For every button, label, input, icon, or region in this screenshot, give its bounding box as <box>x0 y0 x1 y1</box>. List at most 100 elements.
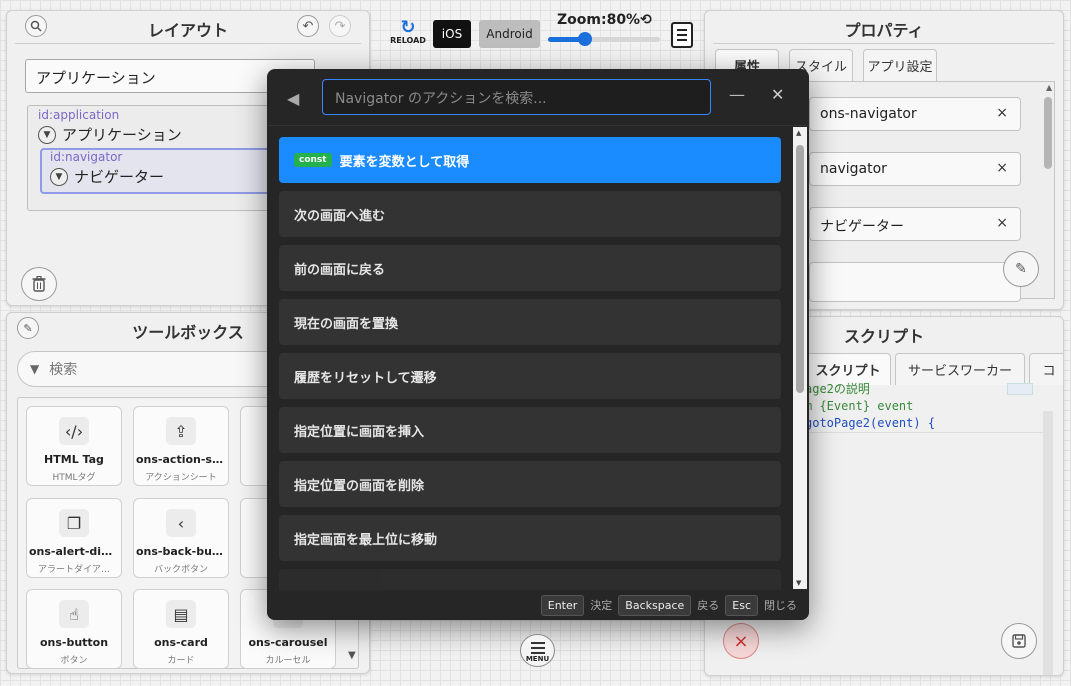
divider <box>713 43 1055 44</box>
properties-title: プロパティ <box>844 21 924 40</box>
tool-subtitle: カルーセル <box>265 656 311 666</box>
action-label: 要素を変数として取得 <box>339 154 470 170</box>
action-item[interactable]: 履歴をリセットして遷移 <box>279 353 781 399</box>
back-triangle-icon[interactable]: ◀ <box>287 89 299 108</box>
action-label: 現在の画面を置換 <box>294 316 399 332</box>
tool-card[interactable]: ▤ ons-card カード <box>133 589 229 669</box>
action-item[interactable]: 現在の画面を置換 <box>279 299 781 345</box>
tool-card[interactable]: ❐ ons-alert-dialog アラートダイア… <box>26 498 122 578</box>
save-icon[interactable] <box>1001 623 1037 659</box>
ios-button[interactable]: iOS <box>433 20 471 48</box>
app-node[interactable]: ▼ アプリケーション <box>38 124 182 145</box>
zoom-reset-icon[interactable]: ⟲ <box>640 12 652 28</box>
chevron-down-icon[interactable]: ▼ <box>38 125 56 144</box>
nav-node-label: ナビゲーター <box>74 168 165 186</box>
tool-name: HTML Tag <box>44 453 104 466</box>
zoom-slider-handle[interactable] <box>578 32 592 46</box>
app-node-label: アプリケーション <box>62 126 182 144</box>
trash-icon[interactable] <box>21 267 57 301</box>
backspace-desc: 戻る <box>697 599 720 612</box>
alert-dialog-icon: ❐ <box>59 509 89 537</box>
tool-subtitle: バックボタン <box>153 565 208 575</box>
code-icon: ‹/› <box>59 417 89 445</box>
scroll-up-icon[interactable]: ▲ <box>1046 83 1052 92</box>
tool-subtitle: ボタン <box>60 656 88 666</box>
hamburger-icon <box>530 642 545 654</box>
code-line: gotoPage2(event) { <box>805 415 1045 433</box>
undo-icon[interactable]: ↶ <box>297 15 319 37</box>
close-icon[interactable]: × <box>996 215 1008 231</box>
filter-icon: ▼ <box>30 362 40 376</box>
tab-app-settings[interactable]: アプリ設定 <box>863 49 937 81</box>
chip-label: ons-navigator <box>820 106 917 122</box>
const-badge: const <box>294 153 332 167</box>
tool-card[interactable]: ‹ ons-back-butt… バックボタン <box>133 498 229 578</box>
close-icon[interactable]: × <box>996 160 1008 176</box>
redo-icon[interactable]: ↷ <box>329 15 351 37</box>
action-item[interactable]: 前の画面に戻る <box>279 245 781 291</box>
scrollbar-thumb[interactable] <box>796 145 804 393</box>
reload-button[interactable]: ↻ RELOAD <box>390 19 426 46</box>
action-label: 前の画面に戻る <box>294 262 386 278</box>
share-icon: ⇪ <box>166 417 196 445</box>
action-label: 履歴をリセットして遷移 <box>294 370 437 386</box>
property-chip[interactable]: ナビゲーター × <box>809 207 1021 241</box>
close-icon[interactable]: ✕ <box>771 85 784 104</box>
tool-subtitle: アクションシート <box>145 473 217 483</box>
edit-icon[interactable]: ✎ <box>1003 251 1039 287</box>
action-dialog: ◀ Navigator のアクションを検索... — ✕ const 要素を変数… <box>267 69 809 620</box>
action-item[interactable]: 次の画面へ進む <box>279 191 781 237</box>
property-chip[interactable]: navigator × <box>809 152 1021 186</box>
dialog-scrollbar[interactable]: ▲ ▼ <box>793 127 807 589</box>
property-input[interactable] <box>809 262 1021 302</box>
reload-label: RELOAD <box>390 36 426 45</box>
scroll-down-icon[interactable]: ▼ <box>348 650 356 661</box>
action-label: 指定位置の画面を削除 <box>294 478 425 494</box>
nav-node-id: id:navigator <box>50 150 123 164</box>
action-item[interactable]: 指定位置の画面を削除 <box>279 461 781 507</box>
action-item[interactable]: 指定画面を最上位に移動 <box>279 515 781 561</box>
pointer-icon: ☝ <box>59 600 89 628</box>
tool-name: ons-action-sh… <box>136 453 226 466</box>
scrollbar[interactable] <box>1044 97 1052 169</box>
esc-desc: 閉じる <box>764 599 797 612</box>
enter-desc: 決定 <box>590 599 613 612</box>
scroll-up-icon[interactable]: ▲ <box>796 129 801 137</box>
zoom-slider[interactable] <box>548 37 660 42</box>
action-item[interactable]: const 要素を変数として取得 <box>279 137 781 183</box>
code-line: m {Event} event <box>805 399 914 413</box>
device-icon[interactable] <box>671 22 693 48</box>
divider <box>15 43 361 44</box>
zoom-label: Zoom:80%⟲ <box>557 12 652 28</box>
chip-label: navigator <box>820 161 887 177</box>
tool-search-placeholder: 検索 <box>49 362 78 378</box>
scroll-down-icon[interactable]: ▼ <box>796 579 801 587</box>
tool-card[interactable]: ⇪ ons-action-sh… アクションシート <box>133 406 229 486</box>
tool-subtitle: カード <box>167 656 195 666</box>
chevron-left-icon: ‹ <box>166 509 196 537</box>
action-label: 指定画面を最上位に移動 <box>294 532 438 548</box>
tool-subtitle: アラートダイア… <box>37 565 110 575</box>
close-icon[interactable]: × <box>723 623 759 659</box>
chevron-down-icon[interactable]: ▼ <box>50 167 68 186</box>
property-chip[interactable]: ons-navigator × <box>809 97 1021 131</box>
scrollbar[interactable] <box>1043 411 1053 675</box>
minimize-icon[interactable]: — <box>729 85 745 104</box>
action-label: 指定位置に画面を挿入 <box>294 424 425 440</box>
dialog-footer: Enter 決定 Backspace 戻る Esc 閉じる <box>267 590 809 620</box>
esc-key: Esc <box>725 594 758 616</box>
zoom-value: Zoom:80% <box>557 12 641 28</box>
action-item[interactable]: 指定位置に画面を挿入 <box>279 407 781 453</box>
android-button[interactable]: Android <box>479 20 540 48</box>
action-search-input[interactable]: Navigator のアクションを検索... <box>322 79 711 115</box>
action-label: 次の画面へ進む <box>294 208 386 224</box>
chip-label: ナビゲーター <box>820 219 904 235</box>
tool-name: ons-back-butt… <box>136 545 226 558</box>
menu-button[interactable]: MENU <box>520 634 555 667</box>
close-icon[interactable]: × <box>996 105 1008 121</box>
minimap[interactable] <box>1007 383 1033 395</box>
backspace-key: Backspace <box>618 594 692 616</box>
tool-name: ons-alert-dialog <box>29 545 119 558</box>
tool-card[interactable]: ☝ ons-button ボタン <box>26 589 122 669</box>
tool-card[interactable]: ‹/› HTML Tag HTMLタグ <box>26 406 122 486</box>
